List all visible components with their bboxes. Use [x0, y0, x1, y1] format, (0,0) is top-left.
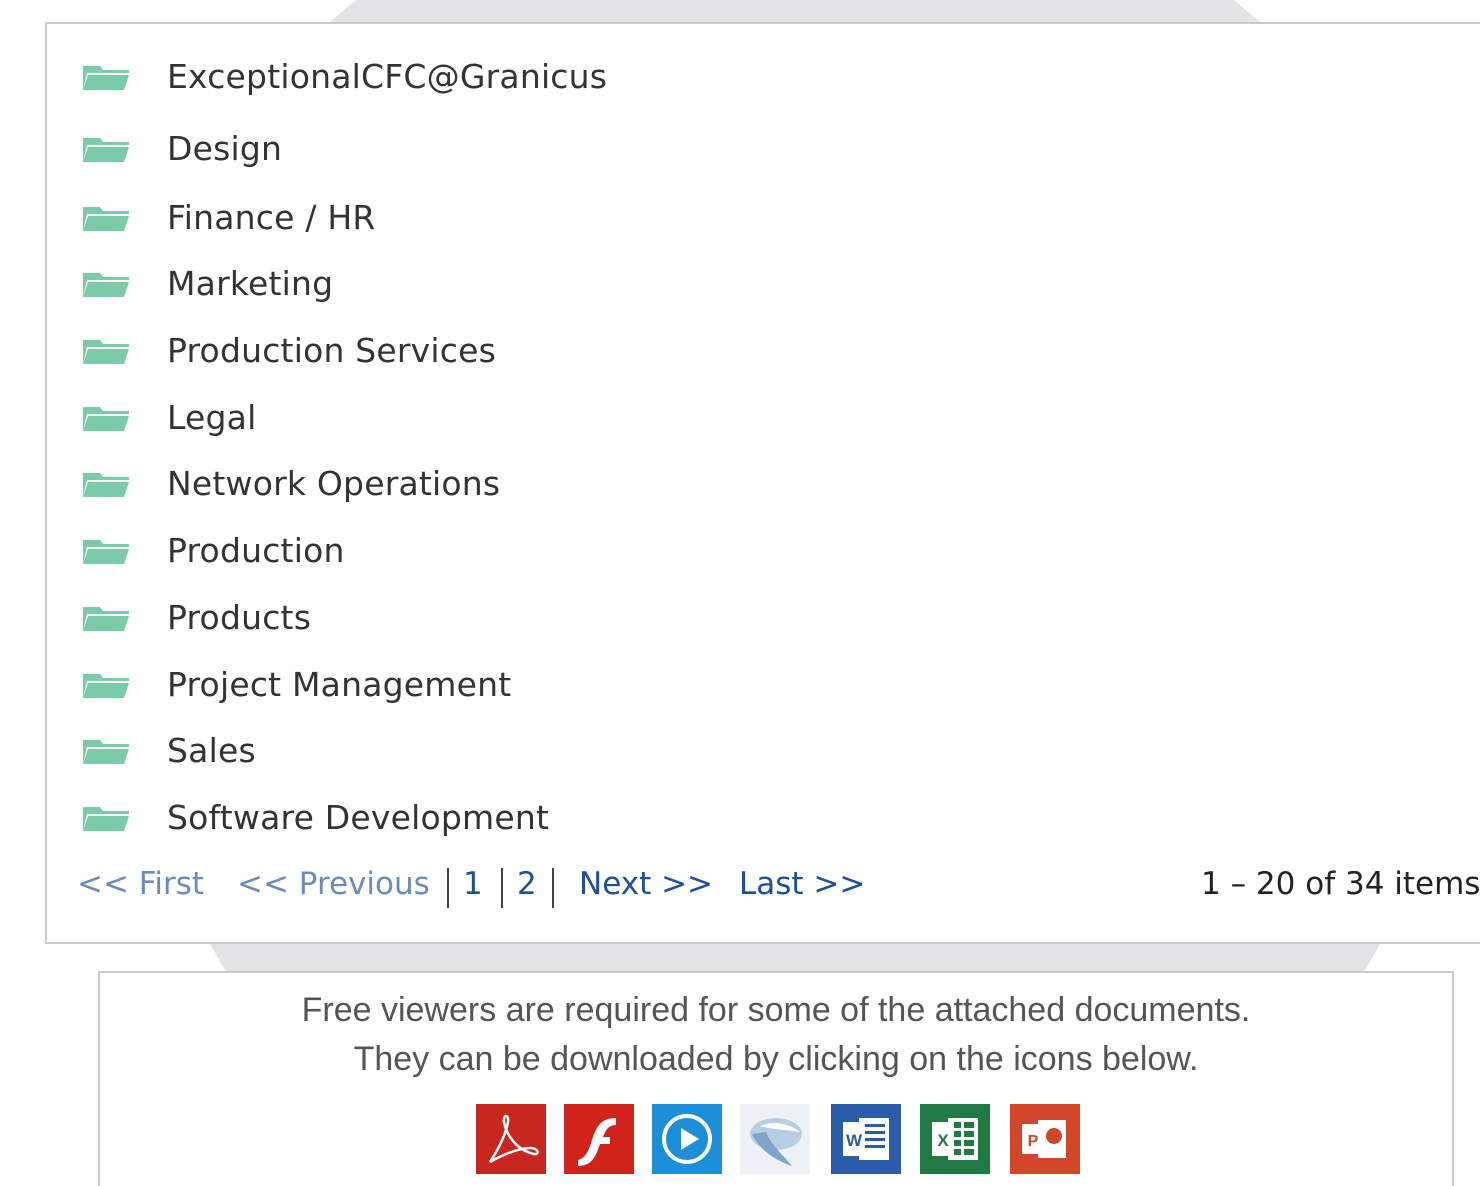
svg-text:W: W	[846, 1131, 863, 1150]
folder-open-icon	[83, 340, 129, 364]
folder-open-icon	[83, 807, 129, 831]
folder-item-products[interactable]: Products	[47, 597, 1047, 637]
background-shape-middle	[210, 944, 1380, 972]
folder-item-network-operations[interactable]: Network Operations	[47, 463, 1047, 503]
page-link-2[interactable]: 2	[517, 866, 537, 902]
page-link-1[interactable]: 1	[463, 866, 483, 902]
folder-item-production[interactable]: Production	[47, 530, 1047, 570]
folder-label: Production Services	[167, 330, 497, 370]
folder-item-sales[interactable]: Sales	[47, 730, 1047, 770]
folder-label: Network Operations	[167, 463, 501, 503]
svg-text:X: X	[937, 1131, 949, 1150]
folder-open-icon	[83, 607, 129, 631]
folder-item-finance-hr[interactable]: Finance / HR	[47, 197, 1047, 237]
background-shape-top	[330, 0, 1260, 22]
folder-panel: ExceptionalCFC@Granicus Design Finance /…	[45, 22, 1480, 944]
folder-label: Marketing	[167, 263, 334, 303]
folder-label: Software Development	[167, 797, 550, 837]
pager-separator	[447, 868, 449, 908]
folder-label: Design	[167, 128, 283, 168]
folder-label: Legal	[167, 397, 257, 437]
silverlight-icon[interactable]	[740, 1104, 810, 1174]
next-page-link[interactable]: Next >>	[579, 866, 713, 902]
windows-media-player-icon[interactable]	[652, 1104, 722, 1174]
first-page-link: << First	[77, 866, 205, 902]
folder-item-production-services[interactable]: Production Services	[47, 330, 1047, 370]
viewer-icons-row: W X P	[100, 1104, 1452, 1174]
svg-text:P: P	[1028, 1133, 1039, 1150]
item-count: 1 – 20 of 34 items	[1201, 866, 1480, 902]
pagination: << First << Previous 1 2 Next >> Last >>…	[77, 866, 1480, 910]
folder-label: Production	[167, 530, 345, 570]
folder-open-icon	[83, 740, 129, 764]
pager-separator	[501, 868, 503, 908]
folder-open-icon	[83, 207, 129, 231]
folder-open-icon	[83, 407, 129, 431]
viewers-notice-line-2: They can be downloaded by clicking on th…	[353, 1040, 1199, 1078]
flash-player-icon[interactable]	[564, 1104, 634, 1174]
folder-label: Products	[167, 597, 312, 637]
folder-item-design[interactable]: Design	[47, 128, 1047, 168]
folder-label: Sales	[167, 730, 256, 770]
folder-open-icon	[83, 273, 129, 297]
previous-page-link: << Previous	[237, 866, 430, 902]
adobe-reader-icon[interactable]	[476, 1104, 546, 1174]
folder-label: Project Management	[167, 664, 512, 704]
excel-viewer-icon[interactable]: X	[920, 1104, 990, 1174]
viewers-notice-line-1: Free viewers are required for some of th…	[301, 991, 1251, 1029]
folder-open-icon	[83, 473, 129, 497]
folder-item-exceptionalcfc[interactable]: ExceptionalCFC@Granicus	[47, 56, 1047, 96]
folder-open-icon	[83, 674, 129, 698]
folder-item-project-management[interactable]: Project Management	[47, 664, 1047, 704]
folder-open-icon	[83, 540, 129, 564]
folder-item-marketing[interactable]: Marketing	[47, 263, 1047, 303]
last-page-link[interactable]: Last >>	[739, 866, 865, 902]
word-viewer-icon[interactable]: W	[831, 1104, 901, 1174]
folder-item-legal[interactable]: Legal	[47, 397, 1047, 437]
folder-item-software-development[interactable]: Software Development	[47, 797, 1047, 837]
pager-separator	[552, 868, 554, 908]
folder-label: ExceptionalCFC@Granicus	[167, 56, 608, 96]
free-viewers-panel: Free viewers are required for some of th…	[98, 971, 1454, 1186]
folder-open-icon	[83, 66, 129, 90]
folder-label: Finance / HR	[167, 197, 376, 237]
folder-open-icon	[83, 138, 129, 162]
powerpoint-viewer-icon[interactable]: P	[1010, 1104, 1080, 1174]
